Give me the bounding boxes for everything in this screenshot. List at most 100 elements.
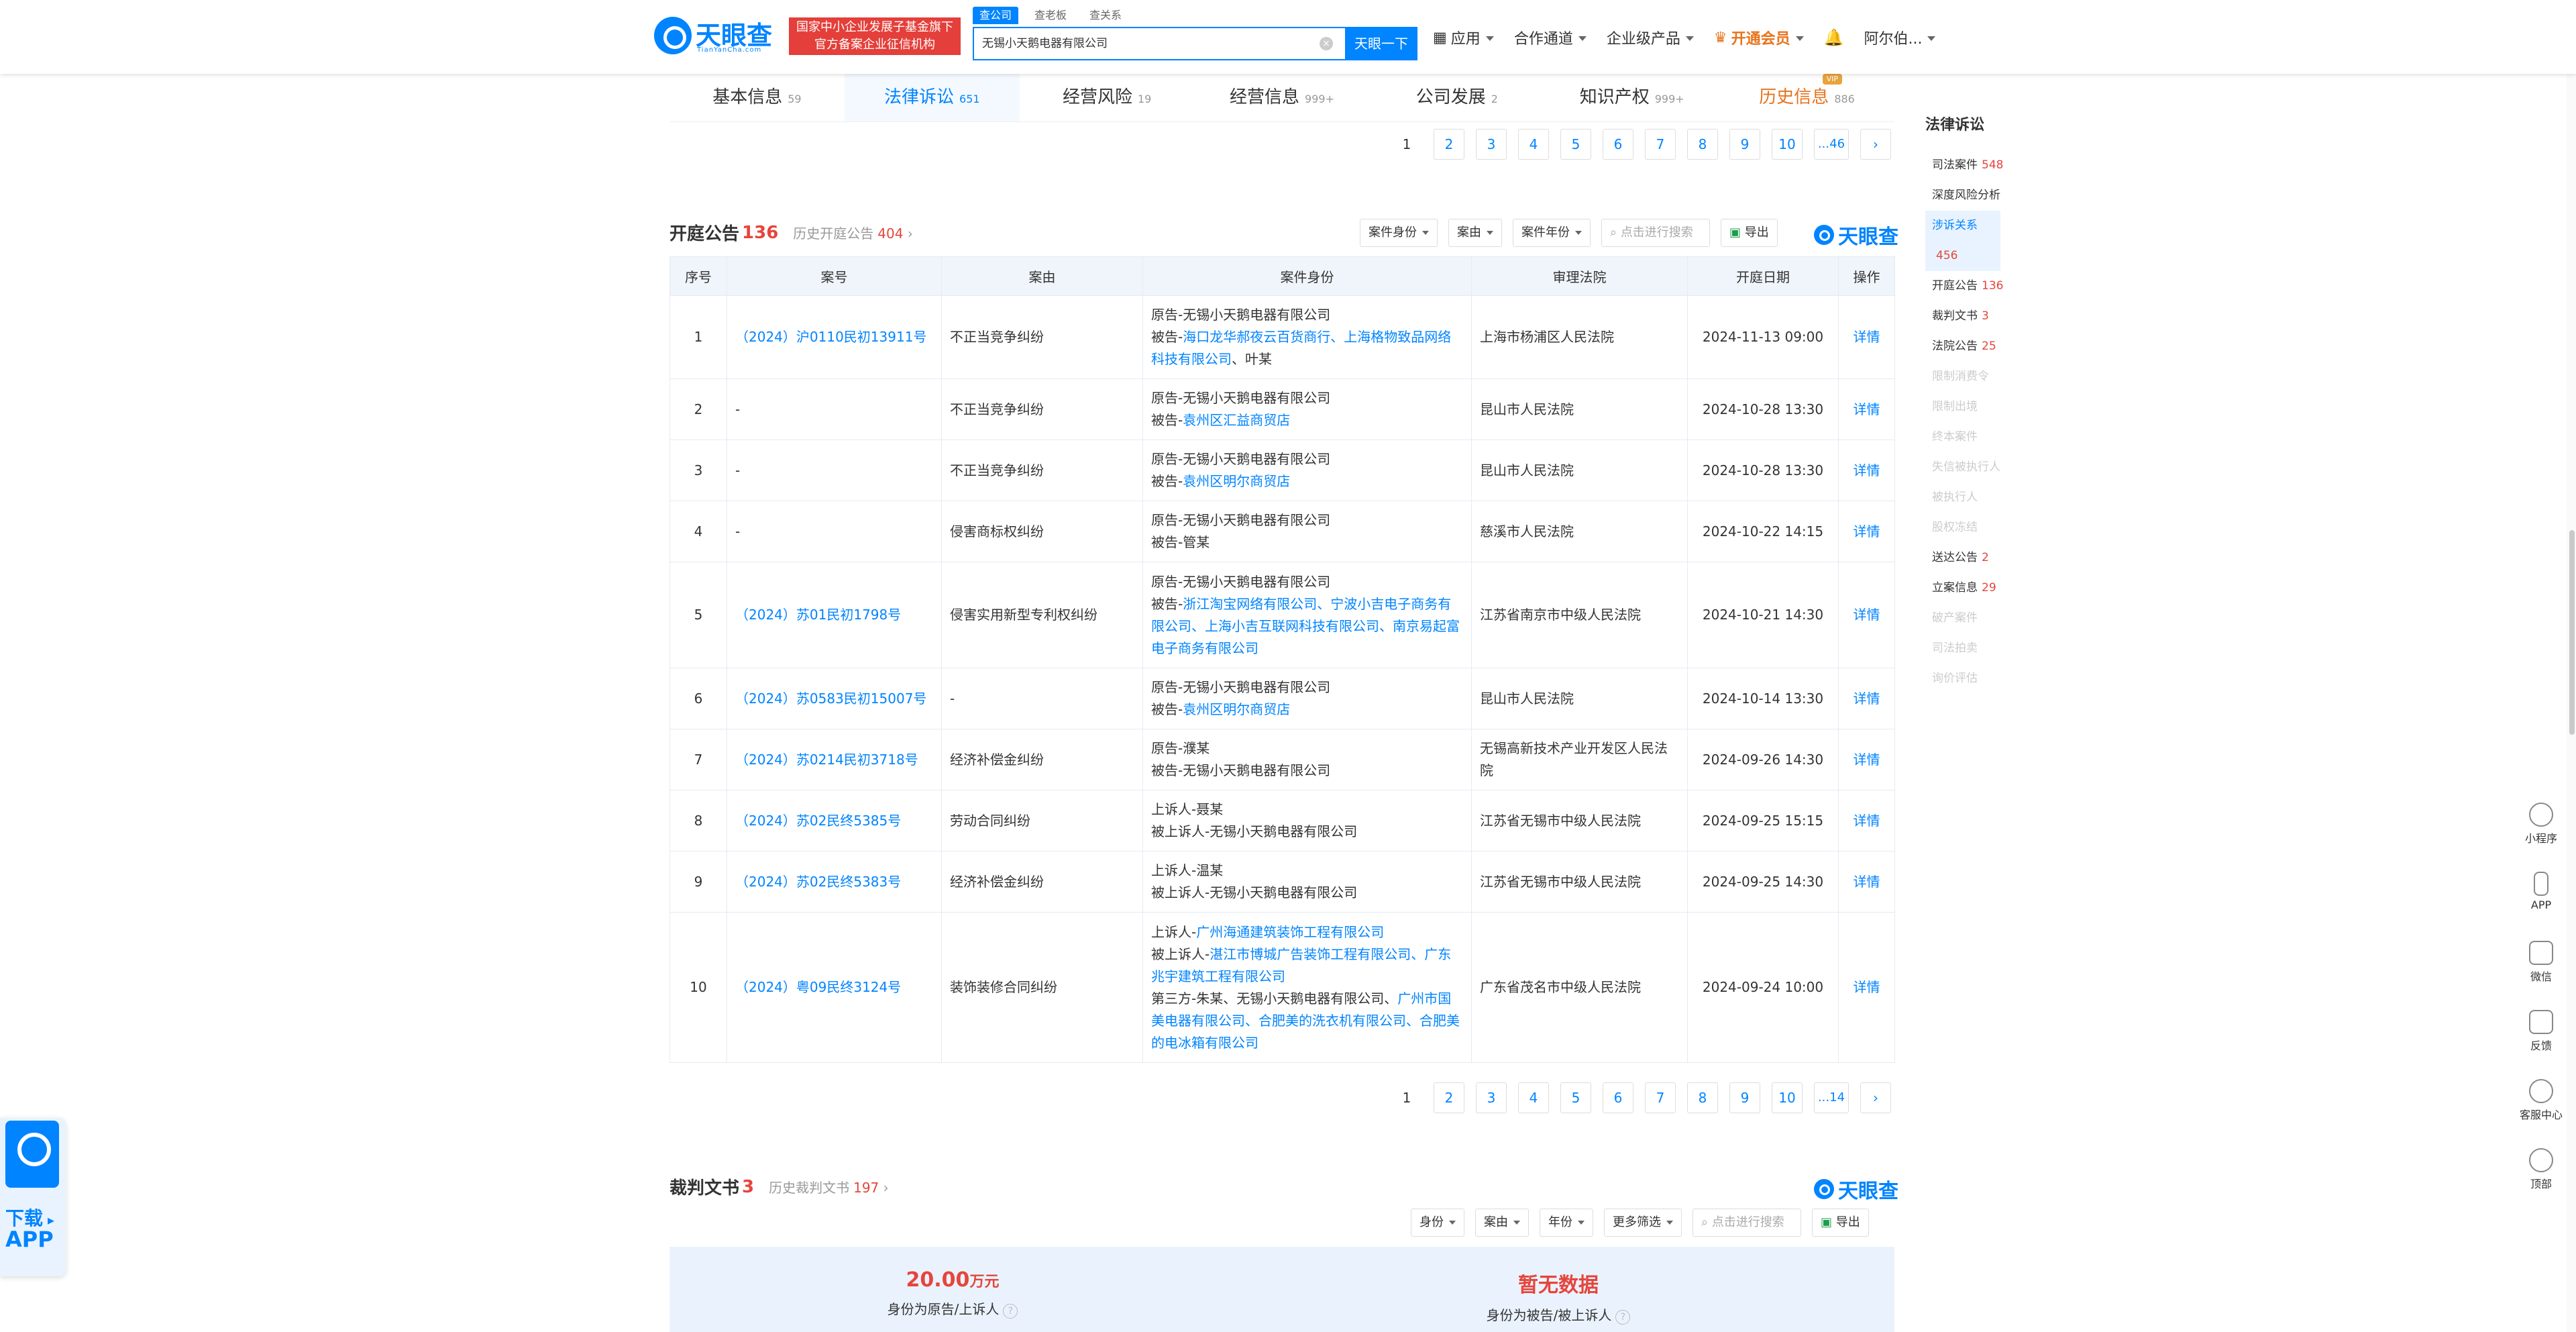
clear-icon[interactable]: × <box>1320 37 1333 50</box>
tab-development[interactable]: 公司发展 2 <box>1369 74 1544 121</box>
page-button[interactable]: 9 <box>1729 1082 1760 1113</box>
party-name[interactable]: 浙江淘宝网络有限公司、宁波小吉电子商务有限公司、上海小吉互联网科技有限公司、南京… <box>1151 596 1460 656</box>
party-name[interactable]: 袁州区汇益商贸店 <box>1183 412 1290 428</box>
mini-program-button[interactable]: 小程序 <box>2514 803 2568 865</box>
page-button[interactable]: 4 <box>1518 129 1549 160</box>
party-name[interactable]: 广州海通建筑装饰工程有限公司 <box>1196 924 1384 940</box>
feedback-button[interactable]: 反馈 <box>2514 1010 2568 1072</box>
page-button[interactable]: 10 <box>1772 1082 1803 1113</box>
page-button[interactable]: 7 <box>1645 1082 1676 1113</box>
nav-cooperation[interactable]: 合作通道 <box>1514 27 1587 48</box>
page-button[interactable]: 2 <box>1434 1082 1464 1113</box>
search-tab-relation[interactable]: 查关系 <box>1083 7 1128 24</box>
side-nav-item[interactable]: 限制消费令 <box>1925 362 2059 392</box>
detail-link[interactable]: 详情 <box>1838 790 1895 852</box>
page-button[interactable]: 1 <box>1391 129 1422 160</box>
history-link[interactable]: 历史开庭公告 404 › <box>793 223 913 242</box>
search-input[interactable]: 无锡小天鹅电器有限公司 × <box>973 27 1345 60</box>
tab-ip[interactable]: 知识产权 999+ <box>1544 74 1719 121</box>
page-button[interactable]: 5 <box>1560 129 1591 160</box>
search-button[interactable]: 天眼一下 <box>1345 27 1417 60</box>
tab-basic-info[interactable]: 基本信息 59 <box>669 74 845 121</box>
page-button[interactable]: 8 <box>1687 129 1718 160</box>
page-button[interactable]: 1 <box>1391 1082 1422 1113</box>
wechat-button[interactable]: 微信 <box>2514 941 2568 1003</box>
app-download-widget[interactable]: 下载 ▸ APP <box>0 1118 66 1276</box>
page-button[interactable]: 8 <box>1687 1082 1718 1113</box>
cell-case-no[interactable]: （2024）苏0214民初3718号 <box>727 729 942 790</box>
detail-link[interactable]: 详情 <box>1838 912 1895 1063</box>
side-nav-item[interactable]: 被执行人 <box>1925 482 2059 513</box>
side-nav-item[interactable]: 终本案件 <box>1925 422 2059 452</box>
filter-cause[interactable]: 案由 <box>1475 1209 1529 1237</box>
page-button[interactable]: 6 <box>1603 1082 1633 1113</box>
side-nav-item[interactable]: 破产案件 <box>1925 603 2059 633</box>
page-button[interactable]: ...14 <box>1814 1082 1849 1113</box>
nav-apps[interactable]: ▦ 应用 <box>1433 27 1494 48</box>
export-button[interactable]: ▣ 导出 <box>1812 1209 1869 1237</box>
detail-link[interactable]: 详情 <box>1838 295 1895 379</box>
side-nav-item[interactable]: 涉诉关系 456 <box>1925 211 2000 271</box>
tab-history[interactable]: 历史信息 886 VIP <box>1719 74 1894 121</box>
filter-case-role[interactable]: 案件身份 <box>1360 219 1438 247</box>
nav-vip[interactable]: ♛ 开通会员 <box>1714 27 1804 48</box>
side-nav-item[interactable]: 深度风险分析 <box>1925 181 2059 211</box>
page-button[interactable]: 6 <box>1603 129 1633 160</box>
nav-enterprise[interactable]: 企业级产品 <box>1607 27 1694 48</box>
filter-year[interactable]: 案件年份 <box>1513 219 1591 247</box>
back-to-top-button[interactable]: 顶部 <box>2514 1148 2568 1211</box>
bell-icon[interactable]: 🔔 <box>1824 28 1844 47</box>
next-page-button[interactable]: › <box>1860 1082 1891 1113</box>
next-page-button[interactable]: › <box>1860 129 1891 160</box>
cell-case-no[interactable]: （2024）苏02民终5385号 <box>727 790 942 852</box>
app-button[interactable]: APP <box>2514 872 2568 934</box>
side-nav-item[interactable]: 送达公告 2 <box>1925 543 2059 573</box>
page-button[interactable]: 9 <box>1729 129 1760 160</box>
side-nav-item[interactable]: 限制出境 <box>1925 392 2059 422</box>
detail-link[interactable]: 详情 <box>1838 668 1895 729</box>
filter-year[interactable]: 年份 <box>1540 1209 1593 1237</box>
page-button[interactable]: 3 <box>1476 129 1507 160</box>
search-tab-boss[interactable]: 查老板 <box>1028 7 1073 24</box>
side-nav-item[interactable]: 开庭公告 136 <box>1925 271 2059 301</box>
detail-link[interactable]: 详情 <box>1838 378 1895 440</box>
cell-case-no[interactable]: （2024）粤09民终3124号 <box>727 912 942 1063</box>
detail-link[interactable]: 详情 <box>1838 562 1895 668</box>
detail-link[interactable]: 详情 <box>1838 851 1895 913</box>
search-tab-company[interactable]: 查公司 <box>973 7 1019 24</box>
side-nav-item[interactable]: 股权冻结 <box>1925 513 2059 543</box>
cell-case-no[interactable]: （2024）沪0110民初13911号 <box>727 295 942 379</box>
cell-case-no[interactable]: （2024）苏02民终5383号 <box>727 851 942 913</box>
page-button[interactable]: ...46 <box>1814 129 1849 160</box>
page-button[interactable]: 3 <box>1476 1082 1507 1113</box>
party-name[interactable]: 袁州区明尔商贸店 <box>1183 473 1290 489</box>
page-button[interactable]: 4 <box>1518 1082 1549 1113</box>
side-nav-item[interactable]: 询价评估 <box>1925 664 2059 694</box>
page-button[interactable]: 10 <box>1772 129 1803 160</box>
filter-more[interactable]: 更多筛选 <box>1604 1209 1682 1237</box>
cell-case-no[interactable]: （2024）苏0583民初15007号 <box>727 668 942 729</box>
site-logo[interactable]: 天眼查 TianYanCha.com <box>654 17 787 54</box>
page-button[interactable]: 2 <box>1434 129 1464 160</box>
side-nav-item[interactable]: 裁判文书 3 <box>1925 301 2059 331</box>
page-button[interactable]: 5 <box>1560 1082 1591 1113</box>
scrollbar-thumb[interactable] <box>2569 530 2575 735</box>
detail-link[interactable]: 详情 <box>1838 440 1895 501</box>
filter-cause[interactable]: 案由 <box>1448 219 1502 247</box>
party-name[interactable]: 袁州区明尔商贸店 <box>1183 701 1290 717</box>
side-nav-item[interactable]: 立案信息 29 <box>1925 573 2059 603</box>
side-nav-item[interactable]: 法院公告 25 <box>1925 331 2059 362</box>
help-icon[interactable]: ? <box>1003 1304 1018 1319</box>
user-menu[interactable]: 阿尔伯... <box>1864 27 1935 48</box>
tab-legal[interactable]: 法律诉讼 651 <box>844 74 1020 121</box>
detail-link[interactable]: 详情 <box>1838 501 1895 562</box>
side-nav-item[interactable]: 司法拍卖 <box>1925 633 2059 664</box>
page-button[interactable]: 7 <box>1645 129 1676 160</box>
tab-operating-risk[interactable]: 经营风险 19 <box>1020 74 1195 121</box>
detail-link[interactable]: 详情 <box>1838 729 1895 790</box>
tab-operating-info[interactable]: 经营信息 999+ <box>1195 74 1370 121</box>
hearing-search-input[interactable]: ⌕ 点击进行搜索 <box>1601 219 1710 247</box>
party-name[interactable]: 海口龙华郝夜云百货商行、上海格物致品网络科技有限公司 <box>1151 329 1451 367</box>
filter-role[interactable]: 身份 <box>1411 1209 1464 1237</box>
history-link[interactable]: 历史裁判文书 197 › <box>769 1177 889 1196</box>
